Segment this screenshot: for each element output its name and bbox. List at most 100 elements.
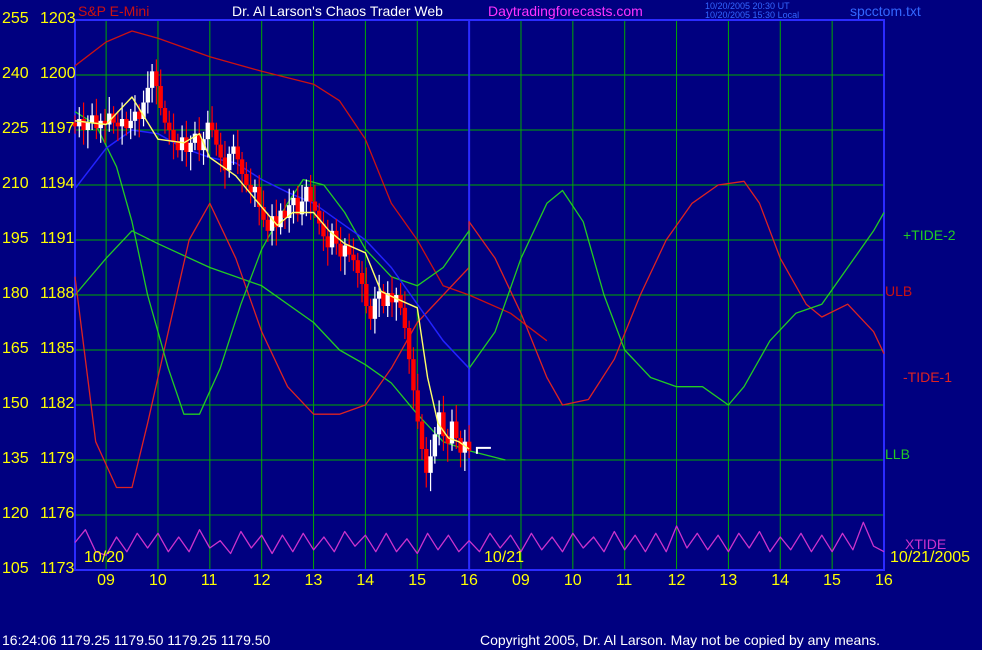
copyright-notice: Copyright 2005, Dr. Al Larson. May not b… bbox=[480, 632, 881, 648]
x-axis-hour-label: 12 bbox=[667, 572, 686, 589]
x-axis-hour-label: 09 bbox=[511, 572, 530, 589]
y-axis-label-price: 1197 bbox=[40, 120, 75, 137]
candle-body bbox=[235, 146, 240, 160]
x-axis-hour-label: 09 bbox=[97, 572, 115, 589]
candle-body bbox=[205, 122, 211, 140]
x-axis-hour-label: 13 bbox=[304, 572, 323, 589]
y-axis-label-price: 1200 bbox=[40, 65, 76, 82]
candle-body bbox=[115, 122, 121, 127]
candle-body bbox=[218, 144, 223, 158]
candle-body bbox=[355, 260, 360, 273]
candle-body bbox=[227, 153, 232, 171]
candle-body bbox=[432, 434, 438, 457]
x-axis-hour-label: 16 bbox=[875, 572, 893, 589]
candle-body bbox=[411, 359, 416, 391]
llb-label: LLB bbox=[885, 446, 910, 462]
x-axis-hour-label: 16 bbox=[460, 572, 478, 589]
x-axis-hour-label: 10 bbox=[563, 572, 582, 589]
date-label-next: 10/21 bbox=[484, 549, 525, 566]
candle-body bbox=[458, 438, 463, 453]
y-axis-label-price: 1191 bbox=[40, 230, 75, 247]
candle-body bbox=[209, 122, 215, 130]
candle-body bbox=[419, 421, 425, 449]
candle-body bbox=[402, 307, 408, 328]
date-label-start: 10/20 bbox=[84, 549, 125, 566]
candle-body bbox=[179, 137, 185, 151]
candle-body bbox=[291, 197, 296, 206]
y-axis-label-price: 1173 bbox=[40, 560, 75, 577]
candle-body bbox=[454, 421, 459, 438]
y-axis-label-left: 255 bbox=[2, 10, 29, 27]
candle-body bbox=[372, 298, 378, 319]
filename-label: spcctom.txt bbox=[850, 3, 921, 19]
candle-body bbox=[364, 284, 369, 306]
candle-body bbox=[184, 137, 189, 152]
y-axis-label-left: 105 bbox=[2, 560, 29, 577]
ulb-label: ULB bbox=[885, 283, 913, 299]
candle-body bbox=[188, 142, 193, 152]
candle-body bbox=[308, 186, 313, 202]
y-axis-label-price: 1179 bbox=[40, 450, 75, 467]
candle-body bbox=[359, 273, 365, 284]
y-axis-label-left: 210 bbox=[2, 175, 29, 192]
x-axis-hour-label: 14 bbox=[771, 572, 790, 589]
x-axis-hour-label: 11 bbox=[200, 572, 218, 589]
y-axis-label-price: 1194 bbox=[40, 175, 75, 192]
candle-body bbox=[312, 201, 318, 211]
candle-body bbox=[244, 174, 249, 185]
date-label-end: 10/21/2005 bbox=[890, 549, 971, 566]
candle-body bbox=[89, 115, 95, 123]
tide2-label: +TIDE-2 bbox=[903, 227, 956, 243]
candle-body bbox=[81, 119, 86, 130]
candle-body bbox=[128, 120, 133, 129]
candle-body bbox=[132, 111, 138, 121]
candle-body bbox=[415, 390, 420, 422]
xtide-label: XTIDE bbox=[905, 536, 947, 552]
quote-readout: 16:24:06 1179.25 1179.50 1179.25 1179.50 bbox=[2, 632, 271, 648]
candle-body bbox=[77, 119, 82, 127]
y-axis-label-left: 195 bbox=[2, 230, 29, 247]
y-axis-label-left: 225 bbox=[2, 120, 29, 137]
chart-title: Dr. Al Larson's Chaos Trader Web bbox=[232, 3, 443, 19]
y-axis-label-left: 180 bbox=[2, 285, 29, 302]
site-label: Daytradingforecasts.com bbox=[488, 3, 643, 19]
candle-body bbox=[158, 86, 163, 108]
candle-body bbox=[325, 236, 330, 248]
y-axis-label-left: 120 bbox=[2, 505, 29, 522]
instrument-label: S&P E-Mini bbox=[78, 3, 150, 19]
candle-body bbox=[124, 119, 129, 129]
candle-body bbox=[154, 71, 159, 86]
x-axis-hour-label: 13 bbox=[719, 572, 738, 589]
timestamp-local: 10/20/2005 15:30 Local bbox=[705, 10, 800, 20]
candle-body bbox=[265, 219, 270, 231]
candle-body bbox=[252, 186, 258, 193]
candle-body bbox=[149, 71, 155, 88]
y-axis-label-left: 165 bbox=[2, 340, 29, 357]
candle-body bbox=[428, 456, 433, 473]
candle-body bbox=[214, 130, 219, 145]
y-axis-label-left: 135 bbox=[2, 450, 29, 467]
y-axis-label-price: 1176 bbox=[40, 505, 75, 522]
candle-body bbox=[376, 291, 382, 299]
candle-body bbox=[304, 186, 309, 202]
candle-body bbox=[368, 306, 373, 319]
candle-body bbox=[239, 159, 245, 174]
candle-body bbox=[171, 130, 176, 141]
y-axis-label-price: 1185 bbox=[40, 340, 75, 357]
candle-body bbox=[119, 119, 125, 127]
candle-body bbox=[342, 245, 348, 257]
candle-body bbox=[85, 122, 91, 130]
x-axis-hour-label: 14 bbox=[356, 572, 375, 589]
y-axis-label-left: 240 bbox=[2, 65, 29, 82]
y-axis-label-price: 1203 bbox=[40, 10, 76, 27]
y-axis-label-price: 1188 bbox=[40, 285, 75, 302]
y-axis-label-left: 150 bbox=[2, 395, 29, 412]
tide1-label: -TIDE-1 bbox=[903, 369, 952, 385]
candle-body bbox=[162, 108, 168, 123]
candle-body bbox=[167, 122, 172, 130]
candle-body bbox=[338, 243, 343, 257]
candle-body bbox=[145, 87, 151, 103]
candle-body bbox=[406, 328, 412, 360]
x-axis-hour-label: 12 bbox=[252, 572, 271, 589]
x-axis-hour-label: 15 bbox=[408, 572, 427, 589]
